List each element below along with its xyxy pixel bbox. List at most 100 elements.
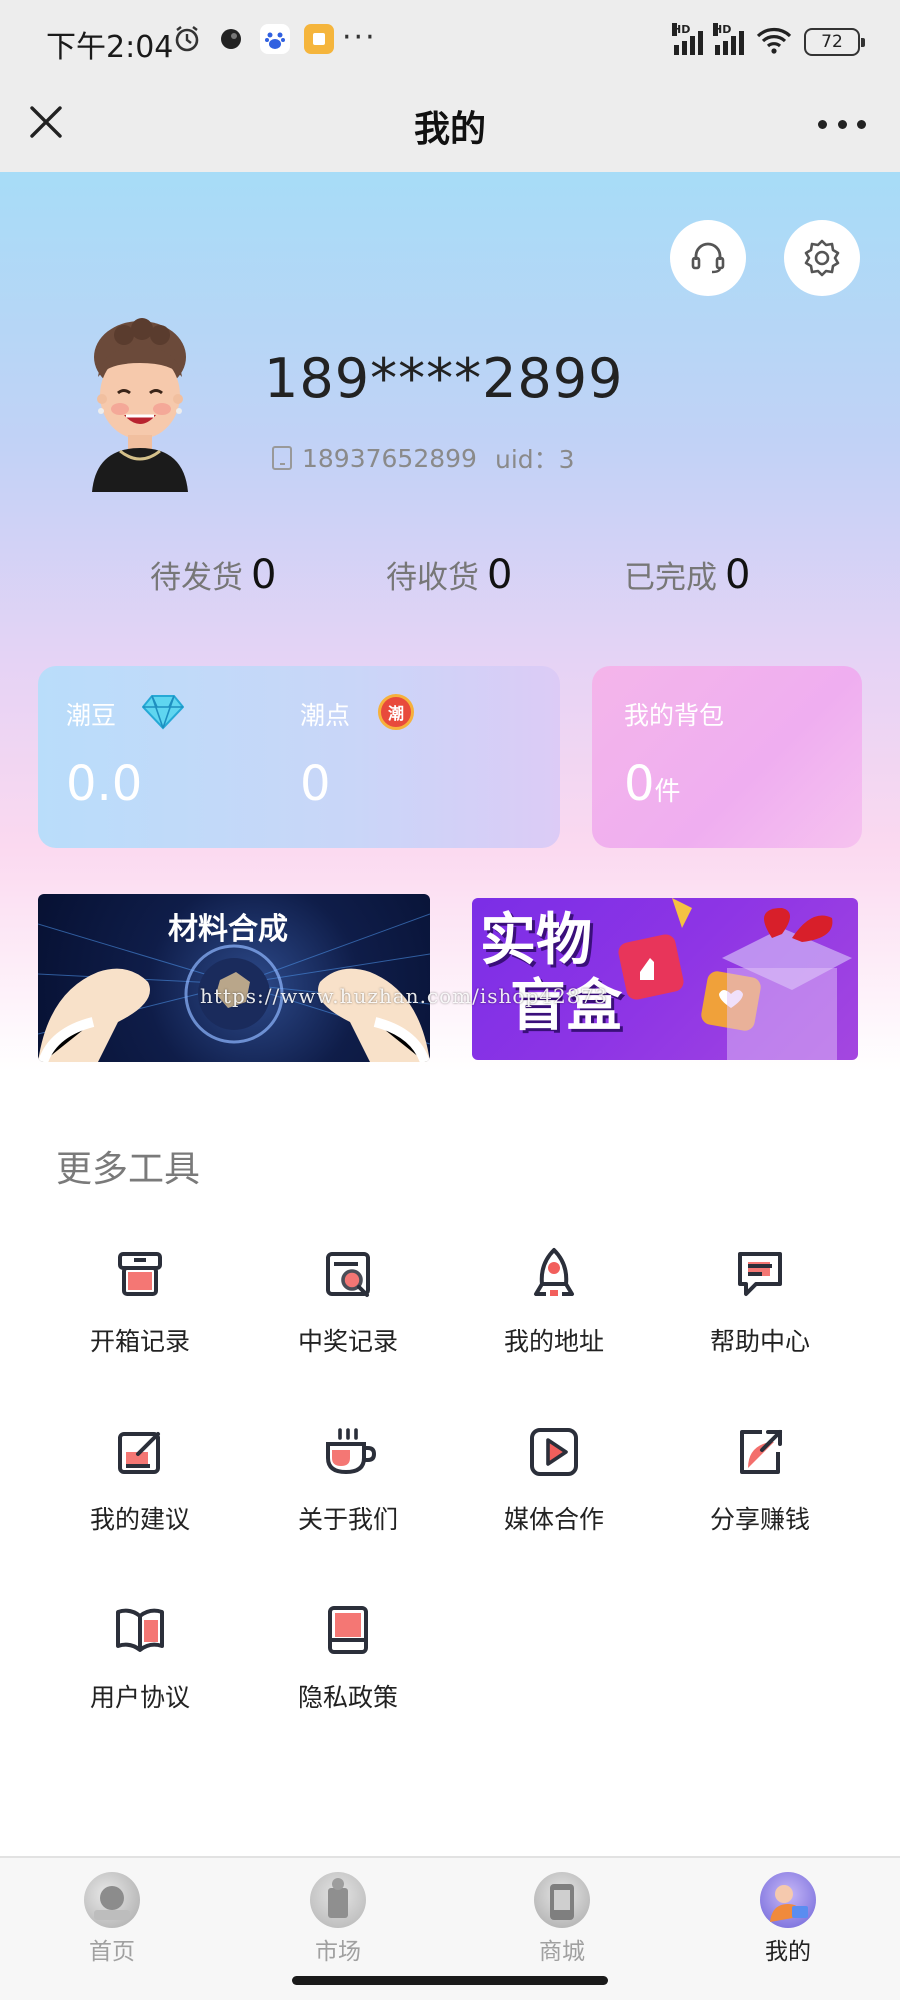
order-pending-ship[interactable]: 待发货 0	[150, 552, 276, 598]
status-notification-icons	[172, 24, 334, 54]
prize-record-icon	[320, 1246, 376, 1302]
backpack-count: 0	[624, 756, 655, 812]
username: 189****2899	[264, 347, 624, 410]
tool-my-suggestion[interactable]: 我的建议	[40, 1424, 240, 1536]
tool-help-center[interactable]: 帮助中心	[660, 1246, 860, 1358]
backpack-value: 0件	[624, 756, 681, 812]
profile-header: 189****2899 18937652899 uid：3 待发货 0 待收货 …	[0, 172, 900, 1072]
tool-prize-record[interactable]: 中奖记录	[248, 1246, 448, 1358]
status-system-icons: HD HD 72	[672, 23, 865, 58]
tool-label: 我的建议	[89, 1505, 190, 1534]
beans-label: 潮豆	[66, 701, 117, 730]
account-info: 18937652899 uid：3	[272, 440, 575, 476]
backpack-label: 我的背包	[624, 701, 725, 730]
tool-label: 媒体合作	[503, 1505, 604, 1534]
gear-icon	[804, 239, 840, 277]
tool-label: 中奖记录	[297, 1327, 398, 1356]
phone-number: 18937652899	[302, 443, 477, 473]
status-time: 下午2:04	[46, 30, 174, 65]
coffee-cup-icon	[320, 1424, 377, 1480]
mine-tab-icon	[760, 1872, 816, 1928]
notes-app-icon	[304, 24, 334, 54]
market-tab-icon	[310, 1872, 366, 1928]
points-badge-icon: 潮	[378, 694, 414, 730]
tab-label: 我的	[765, 1939, 811, 1965]
tool-label: 用户协议	[89, 1683, 190, 1712]
tool-label: 开箱记录	[89, 1327, 190, 1356]
baidu-app-icon	[260, 24, 290, 54]
tool-label: 帮助中心	[709, 1327, 810, 1356]
customer-service-button[interactable]	[670, 220, 746, 296]
tool-label: 我的地址	[503, 1327, 604, 1356]
media-play-icon	[526, 1424, 582, 1480]
settings-button[interactable]	[784, 220, 860, 296]
backpack-card[interactable]: 我的背包 0件	[592, 666, 862, 848]
app-dot-icon	[216, 24, 246, 54]
tab-label: 市场	[315, 1939, 361, 1965]
diamond-icon	[141, 694, 185, 734]
tab-mine[interactable]: 我的	[728, 1872, 848, 1966]
tool-label: 分享赚钱	[709, 1505, 810, 1534]
banner-title: 实物 盲盒	[480, 908, 622, 1040]
tab-label: 商城	[539, 1939, 585, 1965]
tool-label: 关于我们	[297, 1505, 398, 1534]
signal-icon: HD	[713, 23, 744, 55]
headset-icon	[691, 242, 725, 274]
mall-tab-icon	[534, 1872, 590, 1928]
dot	[857, 119, 866, 129]
help-chat-icon	[732, 1246, 788, 1302]
tool-about-us[interactable]: 关于我们	[248, 1424, 448, 1536]
page-title: 我的	[413, 109, 486, 150]
home-indicator	[292, 1976, 608, 1985]
order-count: 0	[251, 552, 277, 598]
signal-icon: HD	[672, 23, 703, 55]
order-pending-receive[interactable]: 待收货 0	[386, 552, 512, 598]
navigation-bar: 我的	[0, 80, 900, 172]
dot	[818, 119, 827, 129]
battery-indicator: 72	[804, 28, 865, 56]
tool-label: 隐私政策	[297, 1683, 398, 1712]
points-card[interactable]: 潮豆 0.0 潮点 潮 0	[38, 666, 560, 848]
suggestion-edit-icon	[112, 1424, 168, 1480]
more-options-button[interactable]	[818, 104, 866, 144]
order-label: 已完成	[624, 560, 717, 596]
watermark: https://www.huzhan.com/ishop42873	[200, 984, 608, 1008]
order-completed[interactable]: 已完成 0	[624, 552, 750, 598]
tab-market[interactable]: 市场	[278, 1872, 398, 1966]
material-synthesis-banner[interactable]: 材料合成	[38, 894, 430, 1062]
backpack-unit: 件	[654, 777, 681, 807]
box-record-icon	[112, 1246, 168, 1302]
avatar[interactable]	[80, 317, 200, 492]
location-rocket-icon	[526, 1246, 582, 1302]
uid-label: uid：3	[494, 445, 575, 474]
share-icon	[732, 1424, 788, 1480]
banner-title-line: 实物	[480, 908, 592, 973]
points-value: 0	[300, 756, 331, 812]
tool-media-cooperation[interactable]: 媒体合作	[454, 1424, 654, 1536]
tab-label: 首页	[89, 1939, 135, 1965]
status-bar: 下午2:04 ··· HD HD 72	[0, 0, 900, 80]
book-open-icon	[112, 1602, 168, 1658]
banner-title: 材料合成	[168, 912, 288, 947]
wifi-icon	[756, 26, 792, 58]
tab-mall[interactable]: 商城	[502, 1872, 622, 1966]
privacy-book-icon	[320, 1602, 376, 1658]
tools-section-title: 更多工具	[56, 1149, 201, 1190]
tool-open-box-record[interactable]: 开箱记录	[40, 1246, 240, 1358]
tool-privacy-policy[interactable]: 隐私政策	[248, 1602, 448, 1714]
tool-my-address[interactable]: 我的地址	[454, 1246, 654, 1358]
phone-icon	[272, 446, 292, 470]
order-label: 待收货	[386, 560, 479, 596]
blind-box-banner[interactable]: 实物 盲盒	[472, 898, 858, 1060]
alarm-icon	[172, 24, 202, 54]
home-tab-icon	[84, 1872, 140, 1928]
tool-user-agreement[interactable]: 用户协议	[40, 1602, 240, 1714]
order-count: 0	[487, 552, 513, 598]
dot	[837, 119, 847, 129]
tab-home[interactable]: 首页	[52, 1872, 172, 1966]
order-count: 0	[725, 552, 751, 598]
status-more-indicator: ···	[342, 20, 377, 55]
tool-share-earn[interactable]: 分享赚钱	[660, 1424, 860, 1536]
order-label: 待发货	[150, 560, 243, 596]
points-label: 潮点	[300, 701, 351, 730]
